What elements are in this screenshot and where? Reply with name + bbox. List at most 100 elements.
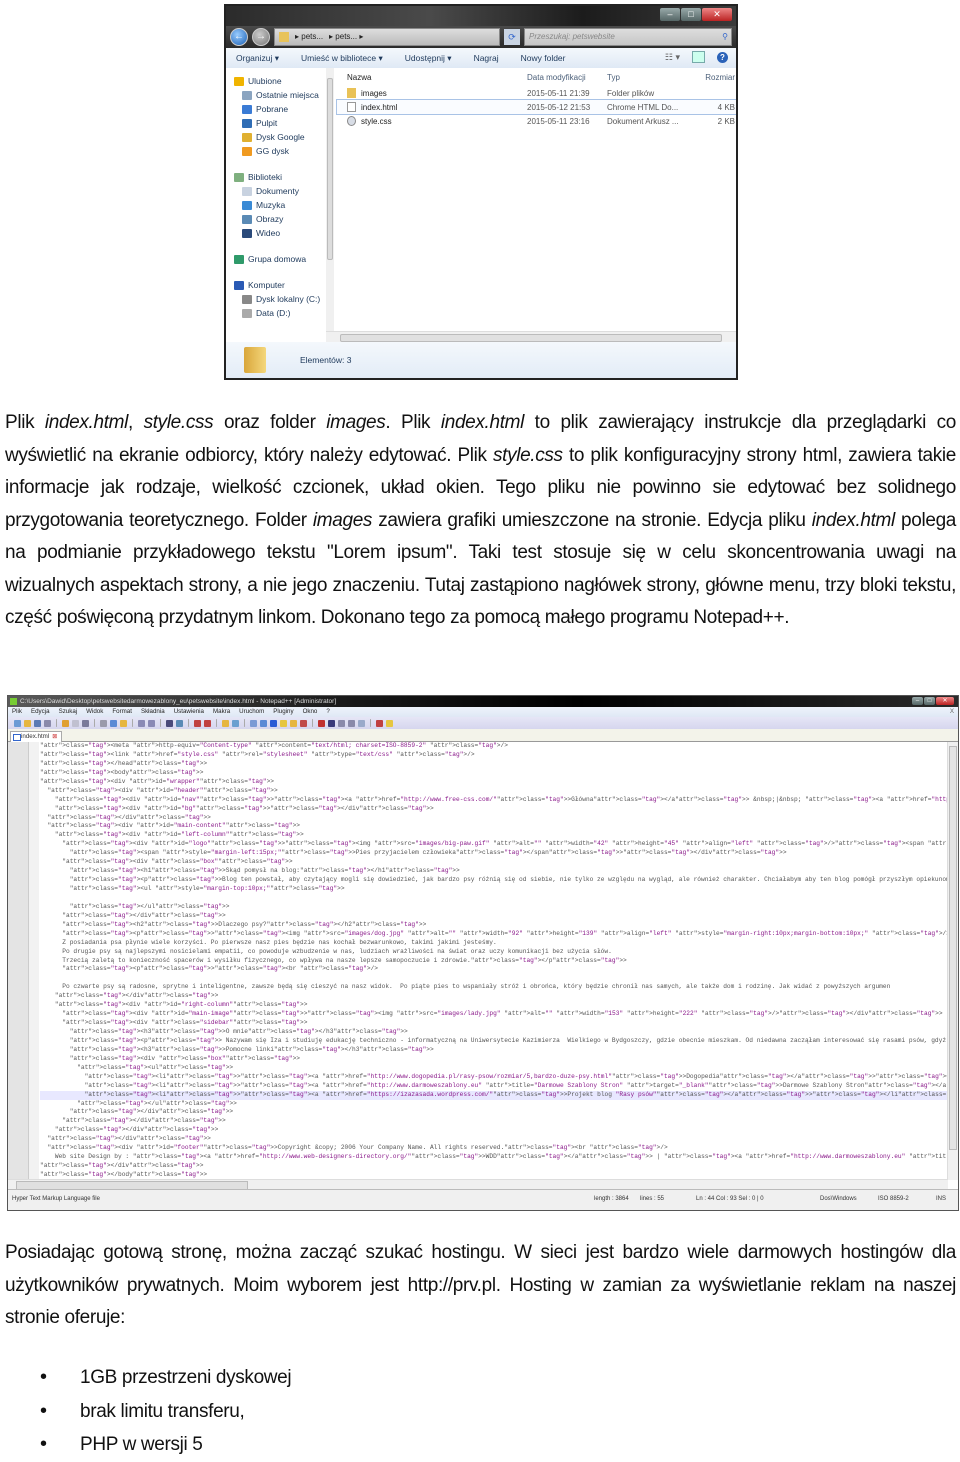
toolbar-button-icon[interactable] bbox=[62, 719, 69, 727]
nav-item[interactable]: Data (D:) bbox=[226, 306, 326, 320]
organize-button[interactable]: Organizuj ▾ bbox=[236, 53, 279, 64]
nav-item[interactable]: Pobrane bbox=[226, 102, 326, 116]
code-editor[interactable]: 5"attr">class="tag"><meta "attr">http-eq… bbox=[8, 742, 958, 1190]
code-line[interactable]: 18⊟ "attr">class="tag"><div "attr">class… bbox=[40, 858, 948, 867]
nav-item[interactable]: Ostatnie miejsca bbox=[226, 88, 326, 102]
toolbar-button-icon[interactable] bbox=[44, 719, 51, 727]
menu-item[interactable]: Makra bbox=[213, 707, 230, 717]
toolbar-button-icon[interactable] bbox=[250, 719, 257, 727]
toolbar-button-icon[interactable] bbox=[358, 719, 365, 727]
nav-item[interactable]: Dysk lokalny (C:) bbox=[226, 292, 326, 306]
nav-item[interactable]: GG dysk bbox=[226, 144, 326, 158]
column-date[interactable]: Data modyfikacji bbox=[527, 73, 607, 82]
nav-item[interactable]: Ulubione bbox=[226, 74, 326, 88]
nav-item[interactable]: Dysk Google bbox=[226, 130, 326, 144]
code-line[interactable]: 5"attr">class="tag"><meta "attr">http-eq… bbox=[40, 742, 948, 751]
toolbar-button-icon[interactable] bbox=[194, 719, 201, 727]
close-button[interactable]: ✕ bbox=[702, 8, 732, 21]
code-line[interactable]: 29└ Trzecią zaletą to konieczność spacer… bbox=[40, 957, 948, 966]
code-line[interactable]: 24└ "attr">class="tag"></div"attr">class… bbox=[40, 912, 948, 921]
code-line[interactable]: 38 "attr">class="tag"><p"attr">class="ta… bbox=[40, 1037, 948, 1046]
toolbar-button-icon[interactable] bbox=[34, 719, 41, 727]
nav-item[interactable]: Komputer bbox=[226, 278, 326, 292]
toolbar-button-icon[interactable] bbox=[280, 719, 287, 727]
code-line[interactable]: 13└ "attr">class="tag"></div"attr">class… bbox=[40, 814, 948, 823]
menu-item[interactable]: Ustawienia bbox=[174, 707, 204, 717]
code-line[interactable]: 45└ "attr">class="tag"></ul"attr">class=… bbox=[40, 1100, 948, 1109]
code-line[interactable]: 22 bbox=[40, 894, 948, 903]
code-line[interactable]: 16⊟ "attr">class="tag"><div "attr">id="l… bbox=[40, 840, 948, 849]
code-line[interactable]: 9⊟"attr">class="tag"><div "attr">id="wra… bbox=[40, 778, 948, 787]
column-type[interactable]: Typ bbox=[607, 73, 695, 82]
code-line[interactable]: 14⊟ "attr">class="tag"><div "attr">id="m… bbox=[40, 822, 948, 831]
code-area[interactable]: 5"attr">class="tag"><meta "attr">http-eq… bbox=[40, 742, 948, 1189]
menu-item[interactable]: ? bbox=[326, 707, 329, 717]
file-row[interactable]: index.html 2015-05-12 21:53 Chrome HTML Do… bbox=[336, 99, 736, 115]
minimize-button[interactable]: – bbox=[660, 8, 680, 21]
breadcrumb-item[interactable]: ▸ pets... bbox=[295, 29, 323, 45]
toolbar-button-icon[interactable] bbox=[166, 719, 173, 727]
close-button[interactable]: ✕ bbox=[936, 697, 954, 705]
burn-button[interactable]: Nagraj bbox=[474, 53, 499, 63]
menu-item[interactable]: Okno bbox=[303, 707, 318, 717]
code-line[interactable]: 21⊟ "attr">class="tag"><ul "attr">style=… bbox=[40, 885, 948, 894]
code-line[interactable]: 19 "attr">class="tag"><h1"attr">class="t… bbox=[40, 867, 948, 876]
code-line[interactable]: 10⊟ "attr">class="tag"><div "attr">id="h… bbox=[40, 787, 948, 796]
code-line[interactable]: 17└ "attr">class="tag"><span "attr">styl… bbox=[40, 849, 948, 858]
code-line[interactable]: 23└ "attr">class="tag"></ul"attr">class=… bbox=[40, 903, 948, 912]
address-field[interactable]: ▸ pets... ▸ pets... ▸ bbox=[274, 28, 500, 46]
code-line[interactable]: 37 "attr">class="tag"><h3"attr">class="t… bbox=[40, 1028, 948, 1037]
code-line[interactable]: 26⊟ "attr">class="tag"><p"attr">class="t… bbox=[40, 930, 948, 939]
code-line[interactable]: 40⊟ "attr">class="tag"><div "attr">class… bbox=[40, 1055, 948, 1064]
refresh-icon[interactable]: ⟳ bbox=[504, 29, 520, 45]
toolbar-button-icon[interactable] bbox=[138, 719, 145, 727]
code-line[interactable]: 6"attr">class="tag"><link "attr">href="s… bbox=[40, 751, 948, 760]
toolbar-button-icon[interactable] bbox=[290, 719, 297, 727]
minimize-button[interactable]: – bbox=[912, 697, 923, 705]
code-line[interactable]: 25 "attr">class="tag"><h2"attr">class="t… bbox=[40, 921, 948, 930]
toolbar-button-icon[interactable] bbox=[328, 719, 335, 727]
code-line[interactable]: 7└"attr">class="tag"></head"attr">class=… bbox=[40, 760, 948, 769]
code-line[interactable]: 11 "attr">class="tag"><div "attr">id="na… bbox=[40, 796, 948, 805]
toolbar-button-icon[interactable] bbox=[300, 719, 307, 727]
file-row[interactable]: style.css 2015-05-11 23:16 Dokument Arkusz… bbox=[337, 114, 736, 128]
code-line[interactable]: 48└ "attr">class="tag"></div"attr">class… bbox=[40, 1126, 948, 1135]
code-line[interactable]: 36⊟ "attr">class="tag"><div "attr">class… bbox=[40, 1019, 948, 1028]
menu-item[interactable]: Szukaj bbox=[59, 707, 78, 717]
editor-vscrollbar[interactable] bbox=[947, 742, 958, 1180]
code-line[interactable]: 12 "attr">class="tag"><div "attr">id="bg… bbox=[40, 805, 948, 814]
code-line[interactable]: 46└ "attr">class="tag"></div"attr">class… bbox=[40, 1108, 948, 1117]
code-line[interactable]: 50⊟ "attr">class="tag"><div "attr">id="f… bbox=[40, 1144, 948, 1153]
code-line[interactable]: 39 "attr">class="tag"><h3"attr">class="t… bbox=[40, 1046, 948, 1055]
toolbar-button-icon[interactable] bbox=[232, 719, 239, 727]
code-line[interactable]: 52└"attr">class="tag"></div"attr">class=… bbox=[40, 1162, 948, 1171]
toolbar-button-icon[interactable] bbox=[348, 719, 355, 727]
code-line[interactable]: 43 "attr">class="tag"><li"attr">class="t… bbox=[40, 1082, 948, 1091]
file-row[interactable]: images 2015-05-11 21:39 Folder plików bbox=[337, 86, 736, 100]
file-list-hscrollbar[interactable] bbox=[326, 331, 736, 342]
maximize-button[interactable]: □ bbox=[681, 8, 701, 21]
code-line[interactable]: 31 bbox=[40, 974, 948, 983]
toolbar-button-icon[interactable] bbox=[100, 719, 107, 727]
preview-pane-icon[interactable] bbox=[692, 51, 705, 63]
nav-item[interactable]: Wideo bbox=[226, 226, 326, 240]
nav-item[interactable]: Biblioteki bbox=[226, 170, 326, 184]
toolbar-button-icon[interactable] bbox=[204, 719, 211, 727]
code-line[interactable]: 30⊟ "attr">class="tag"><p"attr">class="t… bbox=[40, 965, 948, 974]
view-options-icon[interactable]: ☷ ▾ bbox=[665, 52, 680, 63]
help-icon[interactable]: ? bbox=[717, 51, 728, 63]
maximize-button[interactable]: □ bbox=[924, 697, 935, 705]
toolbar-button-icon[interactable] bbox=[72, 719, 79, 727]
menu-item[interactable]: Uruchom bbox=[239, 707, 264, 717]
toolbar-button-icon[interactable] bbox=[338, 719, 345, 727]
code-line[interactable]: 15⊟ "attr">class="tag"><div "attr">id="l… bbox=[40, 831, 948, 840]
code-line[interactable]: 44 "attr">class="tag"><li"attr">class="t… bbox=[40, 1090, 948, 1100]
toolbar-button-icon[interactable] bbox=[222, 719, 229, 727]
menu-item[interactable]: Składnia bbox=[141, 707, 165, 717]
forward-button[interactable]: → bbox=[252, 28, 270, 46]
code-line[interactable]: 27 Z posiadania psa płynie wiele korzyśc… bbox=[40, 939, 948, 948]
code-line[interactable]: 42 "attr">class="tag"><li"attr">class="t… bbox=[40, 1073, 948, 1082]
code-line[interactable]: 51 Web site Design by : "attr">class="ta… bbox=[40, 1153, 948, 1162]
back-button[interactable]: ← bbox=[230, 28, 248, 46]
include-library-button[interactable]: Umieść w bibliotece ▾ bbox=[301, 53, 383, 64]
